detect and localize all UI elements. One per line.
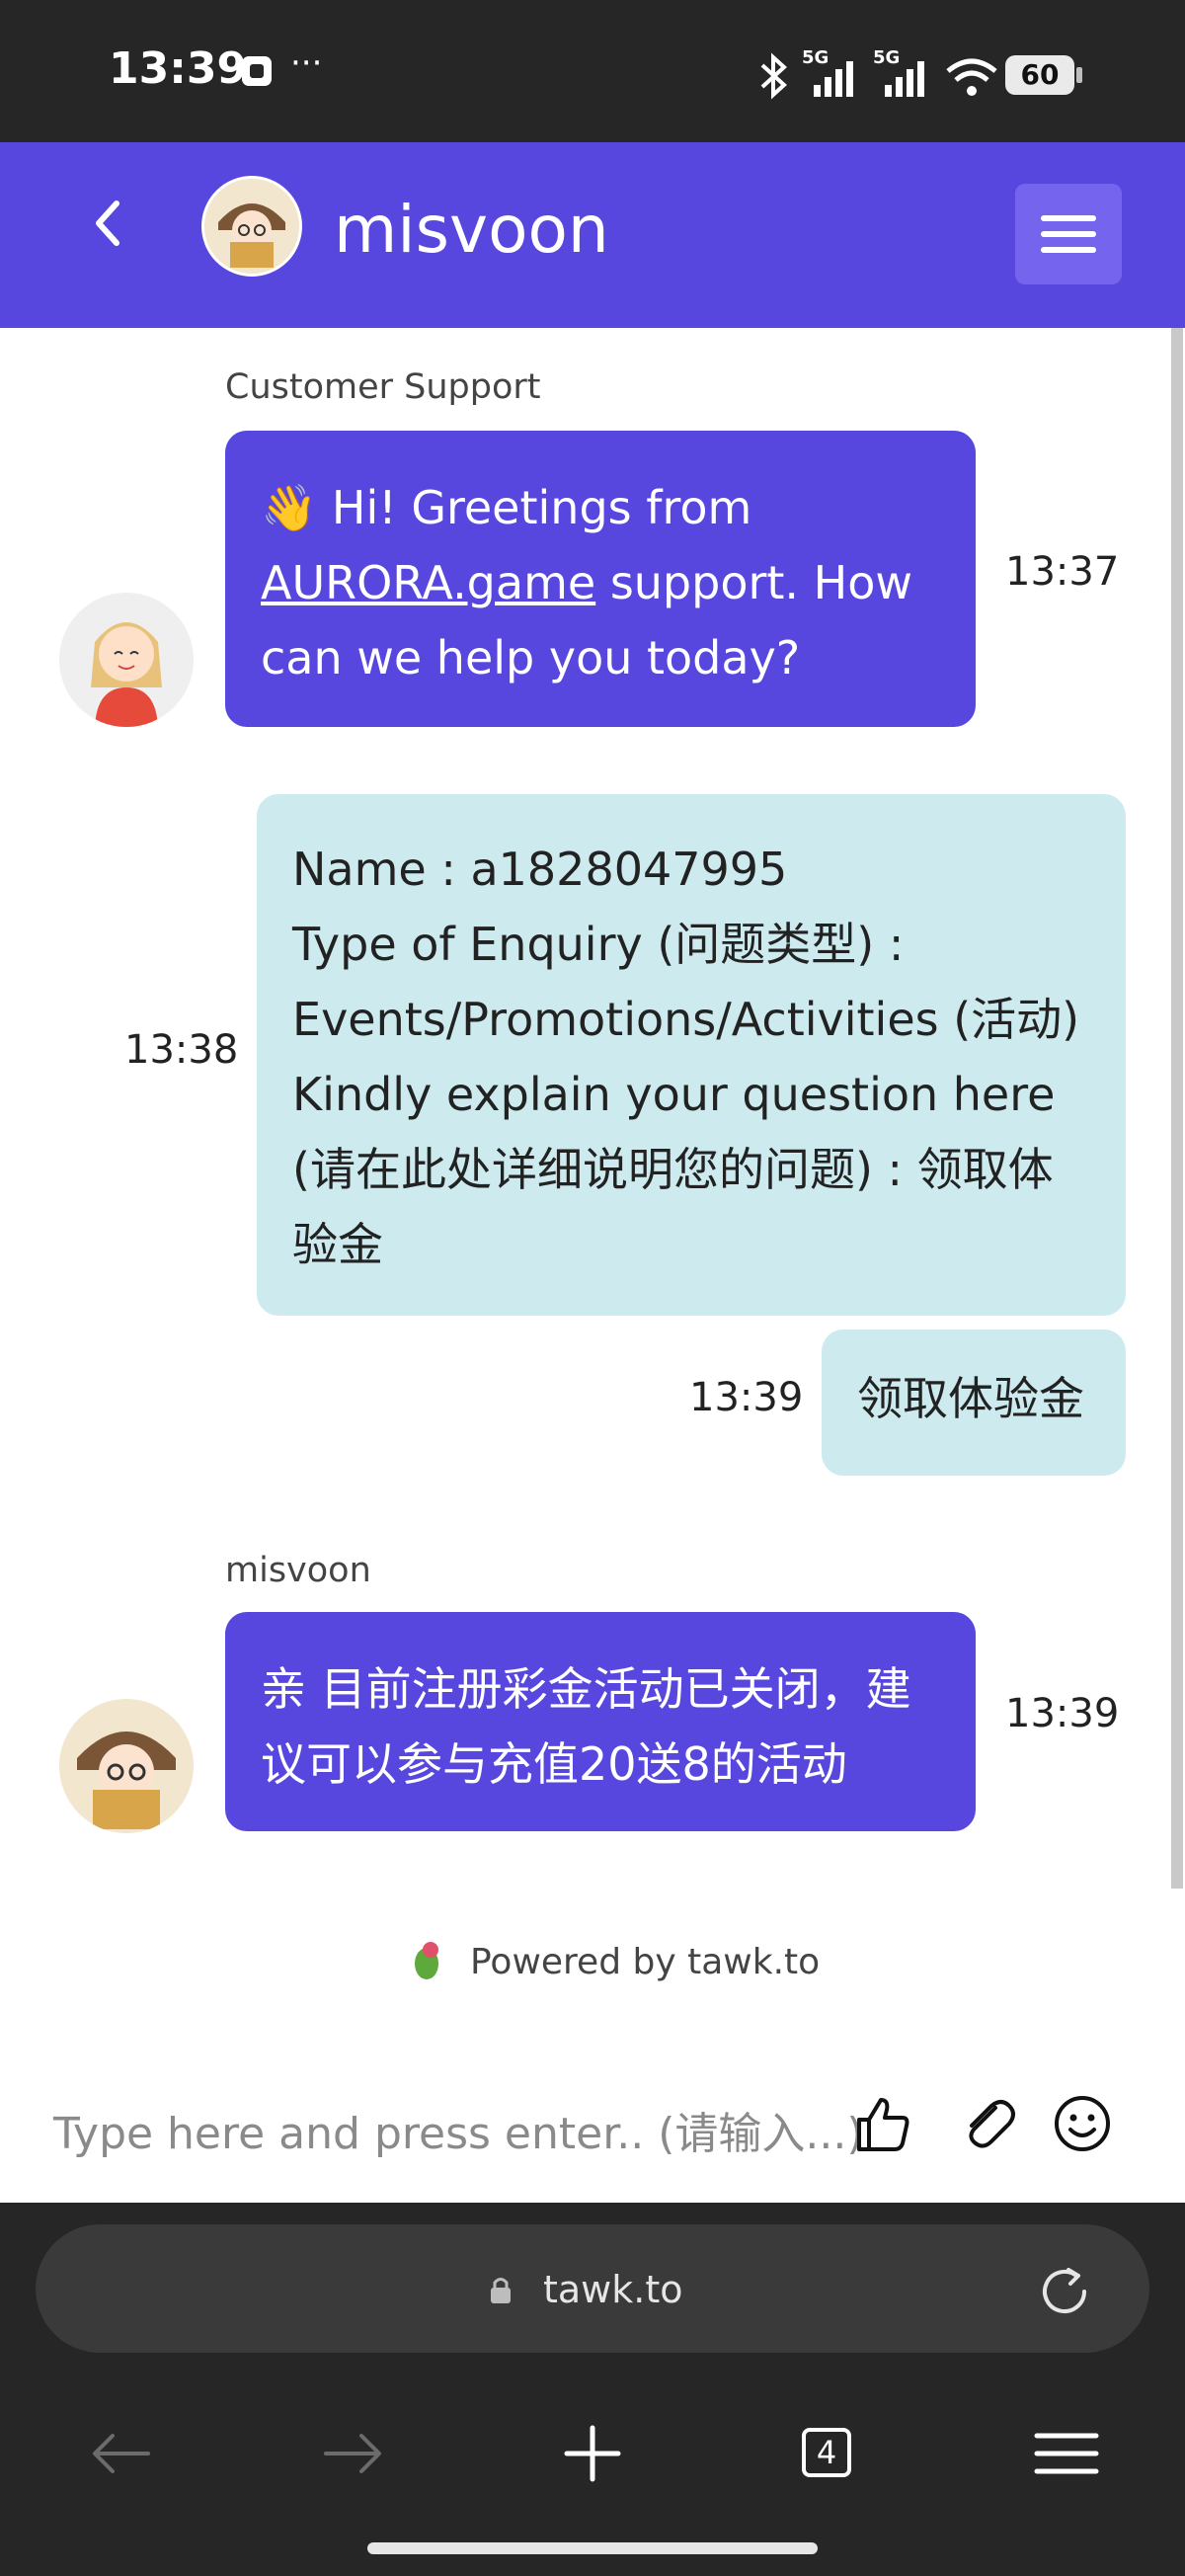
sender-name: misvoon (225, 1551, 371, 1590)
agent-avatar (201, 176, 302, 277)
chat-title: misvoon (334, 192, 609, 268)
menu-bar-top (1041, 215, 1096, 221)
back-icon[interactable] (89, 198, 124, 249)
wifi-icon (946, 58, 997, 96)
thumbs-up-icon[interactable] (851, 2092, 914, 2155)
agent-avatar-illustration (77, 1731, 176, 1829)
menu-button[interactable] (1015, 184, 1122, 284)
menu-bar-bottom (1041, 247, 1096, 253)
agent-avatar (59, 1699, 194, 1833)
signal-icon-2 (885, 61, 924, 97)
attachment-icon[interactable] (956, 2092, 1019, 2155)
sender-name: Customer Support (225, 367, 541, 407)
tab-switcher-button[interactable]: 4 (802, 2428, 851, 2477)
reload-icon[interactable] (1037, 2262, 1096, 2321)
home-indicator[interactable] (367, 2542, 818, 2554)
message-time: 13:37 (1005, 549, 1120, 595)
message-bubble-agent: 亲 目前注册彩金活动已关闭，建议可以参与充值20送8的活动 (225, 1612, 976, 1831)
support-avatar-illustration (91, 622, 162, 727)
bluetooth-icon (760, 52, 787, 100)
aurora-link[interactable]: AURORA.game (261, 556, 595, 609)
message-line: Kindly explain your question here (请在此处详… (292, 1068, 1056, 1271)
back-nav-icon[interactable] (79, 2422, 158, 2485)
message-input[interactable]: Type here and press enter.. (请输入...) (53, 2098, 864, 2161)
new-tab-icon[interactable] (553, 2422, 632, 2485)
emoji-icon[interactable] (1051, 2092, 1114, 2155)
game-icon (242, 56, 272, 86)
message-time: 13:39 (689, 1375, 804, 1420)
message-bubble-user: Name : a1828047995 Type of Enquiry (问题类型… (257, 794, 1126, 1316)
signal-icon-1 (814, 61, 853, 97)
message-line: Events/Promotions/Activities (活动) (292, 993, 1080, 1046)
battery-indicator: 60 (1005, 55, 1082, 95)
chat-scrollbar[interactable] (1171, 328, 1183, 1889)
message-time: 13:38 (124, 1027, 239, 1073)
lock-icon (491, 2278, 511, 2303)
forward-nav-icon[interactable] (316, 2422, 395, 2485)
message-text: 亲 目前注册彩金活动已关闭，建议可以参与充值20送8的活动 (261, 1662, 911, 1791)
menu-bar-middle (1041, 231, 1096, 237)
url-text[interactable]: tawk.to (543, 2268, 683, 2311)
message-line: Name : a1828047995 (292, 843, 788, 896)
powered-by-link[interactable]: Powered by tawk.to (470, 1942, 820, 1982)
more-notifications-icon: ··· (290, 43, 323, 83)
status-time: 13:39 (109, 43, 248, 94)
wave-emoji: 👋 (261, 481, 318, 534)
message-line: Type of Enquiry (问题类型) : (292, 918, 905, 971)
tawk-logo-icon (415, 1942, 438, 1979)
message-time: 13:39 (1005, 1691, 1120, 1736)
message-text: Hi! Greetings from (331, 481, 752, 534)
browser-menu-icon[interactable] (1027, 2422, 1106, 2485)
message-text: 领取体验金 (857, 1372, 1084, 1425)
support-avatar (59, 593, 194, 727)
message-bubble-agent: 👋 Hi! Greetings from AURORA.game support… (225, 431, 976, 727)
message-bubble-user: 领取体验金 (822, 1329, 1126, 1476)
agent-avatar-illustration (204, 179, 299, 274)
